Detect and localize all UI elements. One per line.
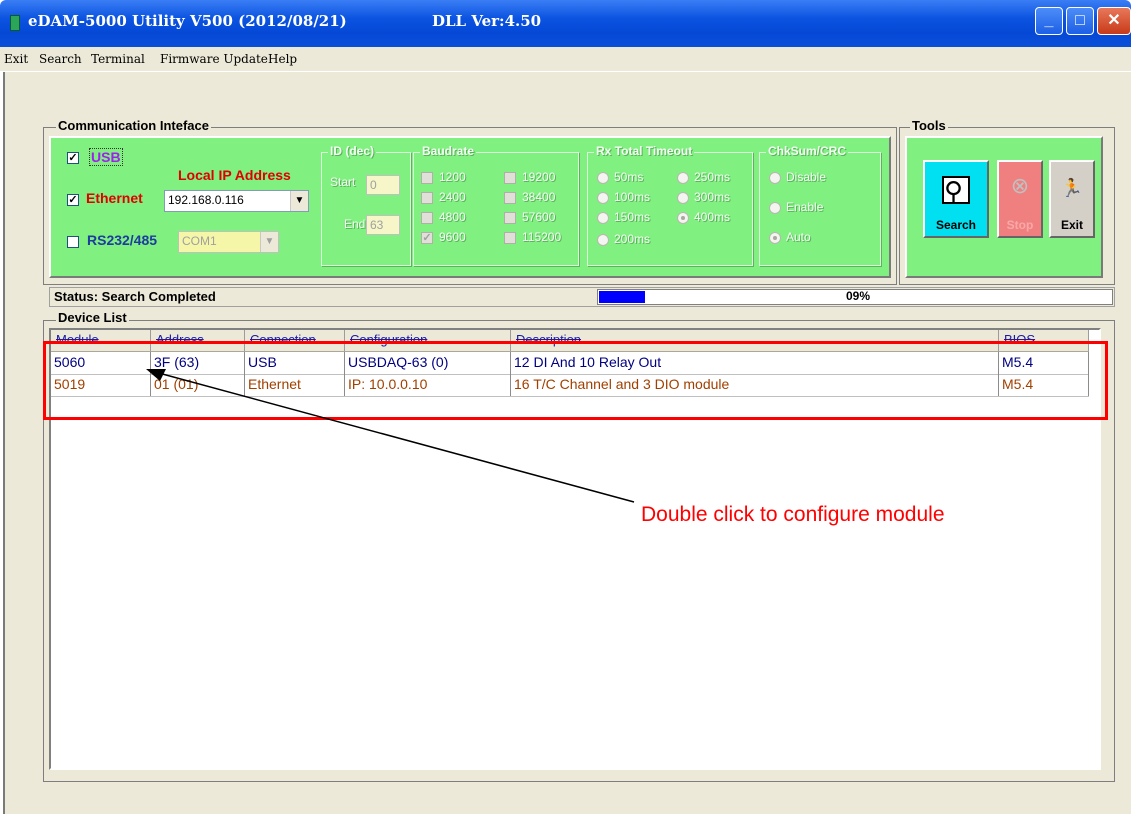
annotation-text: Double click to configure module <box>641 503 945 526</box>
arrow-line <box>154 371 635 503</box>
arrow-head <box>146 369 166 381</box>
annotation-arrow <box>146 369 635 503</box>
